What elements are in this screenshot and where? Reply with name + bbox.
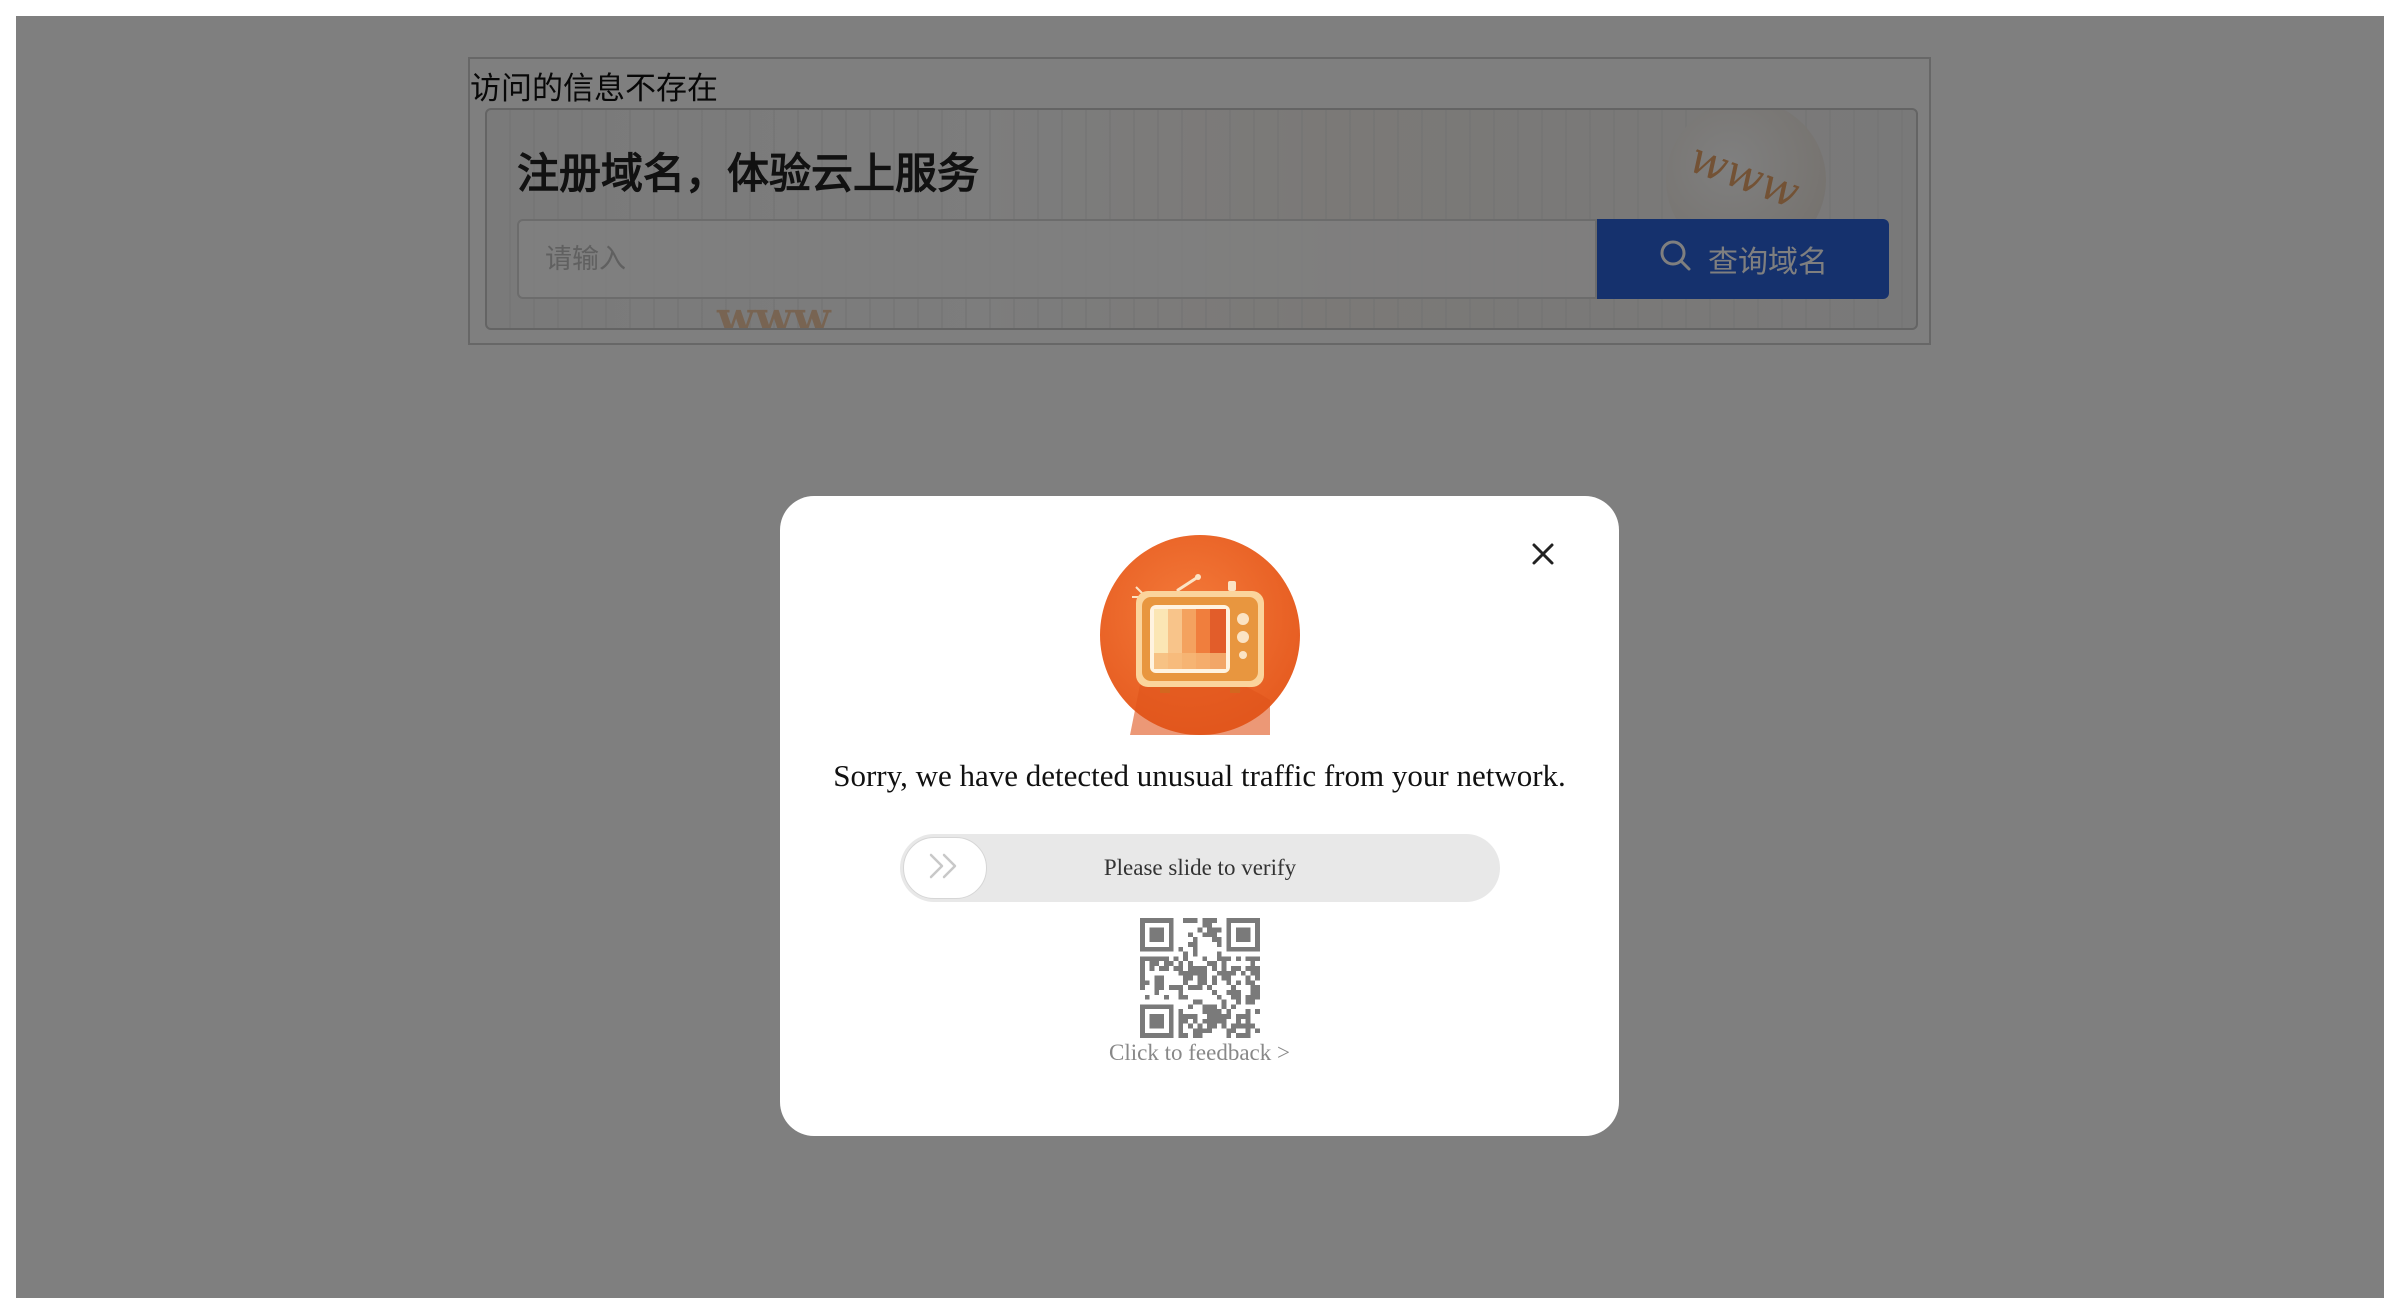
close-icon (1525, 543, 1561, 575)
slide-to-verify-slider[interactable]: Please slide to verify (900, 834, 1500, 902)
retro-tv-illustration (1100, 535, 1300, 735)
feedback-link[interactable]: Click to feedback > (780, 1040, 1619, 1066)
slider-label: Please slide to verify (1103, 855, 1297, 880)
unusual-traffic-message: Sorry, we have detected unusual traffic … (833, 758, 1566, 793)
close-button[interactable] (1525, 536, 1561, 572)
slider-handle[interactable] (903, 837, 987, 899)
double-chevron-right-icon (925, 851, 965, 885)
verification-modal: Sorry, we have detected unusual traffic … (780, 496, 1619, 1136)
qr-code (1140, 918, 1260, 1038)
